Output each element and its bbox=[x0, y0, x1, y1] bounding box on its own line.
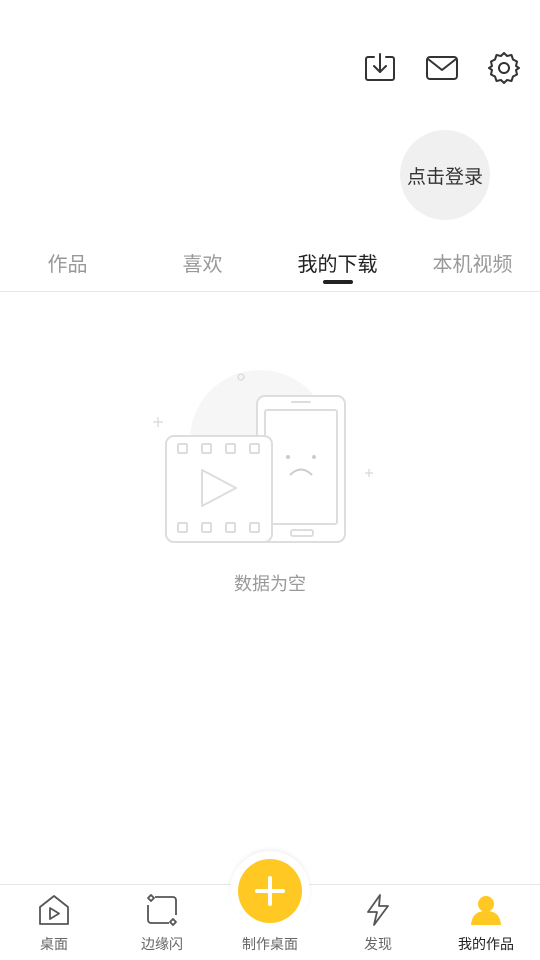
bottom-nav: 桌面 边缘闪 制作桌面 发现 我的作品 bbox=[0, 851, 540, 960]
active-tab-indicator bbox=[322, 280, 353, 284]
nav-label: 我的作品 bbox=[458, 937, 514, 953]
plus-icon bbox=[255, 876, 285, 906]
nav-item-desktop[interactable]: 桌面 bbox=[0, 885, 108, 960]
mail-icon[interactable] bbox=[422, 48, 462, 88]
empty-video-phone-illustration bbox=[153, 370, 373, 543]
settings-icon[interactable] bbox=[484, 48, 524, 88]
nav-item-create-desktop[interactable]: 制作桌面 bbox=[216, 851, 324, 960]
tab-label: 作品 bbox=[47, 252, 88, 276]
nav-label: 制作桌面 bbox=[242, 937, 298, 953]
empty-state-text: 数据为空 bbox=[234, 574, 306, 595]
profile-tabs: 作品 喜欢 我的下载 本机视频 bbox=[0, 232, 540, 292]
tab-label: 本机视频 bbox=[432, 252, 513, 276]
nav-item-edge-flash[interactable]: 边缘闪 bbox=[108, 885, 216, 960]
empty-state: 数据为空 bbox=[0, 360, 540, 596]
nav-label: 边缘闪 bbox=[141, 937, 183, 953]
tab-local-videos[interactable]: 本机视频 bbox=[405, 232, 540, 291]
lightning-icon bbox=[367, 894, 389, 926]
tab-label: 我的下载 bbox=[297, 252, 378, 276]
nav-label: 桌面 bbox=[40, 937, 68, 953]
download-icon[interactable] bbox=[360, 48, 400, 88]
top-toolbar bbox=[338, 48, 524, 88]
tab-my-downloads[interactable]: 我的下载 bbox=[270, 232, 405, 291]
tab-label: 喜欢 bbox=[182, 252, 223, 276]
tab-works[interactable]: 作品 bbox=[0, 232, 135, 291]
create-button-bubble bbox=[230, 851, 310, 931]
home-play-icon bbox=[39, 895, 69, 925]
nav-item-my-works[interactable]: 我的作品 bbox=[432, 885, 540, 960]
create-button[interactable] bbox=[238, 859, 302, 923]
edge-flash-icon bbox=[147, 894, 177, 926]
login-label: 点击登录 bbox=[406, 165, 483, 188]
user-icon bbox=[471, 896, 501, 925]
nav-item-discover[interactable]: 发现 bbox=[324, 885, 432, 960]
tab-likes[interactable]: 喜欢 bbox=[135, 232, 270, 291]
login-button[interactable]: 点击登录 bbox=[400, 130, 490, 220]
nav-label: 发现 bbox=[364, 937, 392, 953]
